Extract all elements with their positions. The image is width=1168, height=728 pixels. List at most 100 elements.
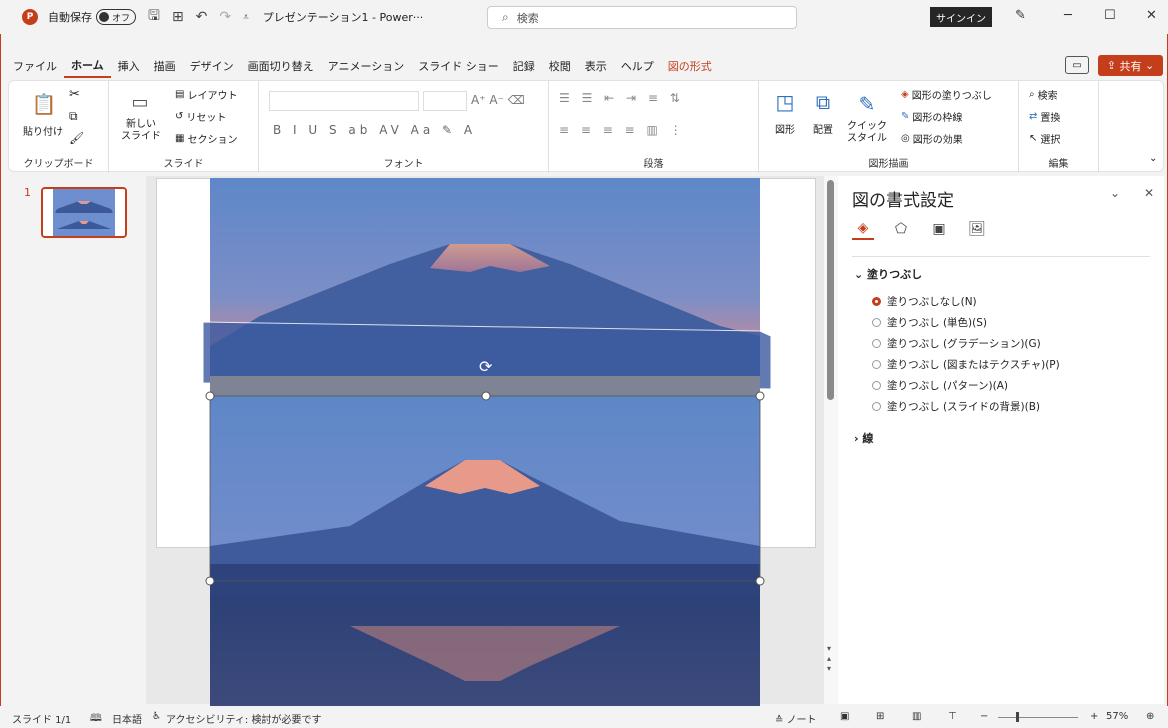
picture-icon[interactable]: 🖼 — [966, 218, 988, 240]
font-size-buttons[interactable]: A⁺ A⁻ ⌫ — [471, 93, 525, 107]
tab-file[interactable]: ファイル — [6, 54, 64, 78]
shape-fill-button[interactable]: ◈ 図形の塗りつぶし — [901, 87, 992, 102]
fill-section-header[interactable]: ⌄ 塗りつぶし — [854, 266, 922, 282]
tab-design[interactable]: デザイン — [183, 54, 241, 78]
resize-handle[interactable] — [205, 576, 215, 586]
scroll-page-buttons[interactable]: ▾ ▴ ▾ — [827, 644, 831, 674]
arrange-button[interactable]: 配置 — [813, 121, 833, 136]
redo-icon[interactable]: ↷ — [219, 9, 231, 25]
font-size-combo[interactable] — [423, 91, 467, 111]
paste-icon[interactable]: 📋 — [29, 87, 59, 121]
search-input[interactable]: ⌕ 検索 — [487, 6, 797, 29]
new-slide-icon[interactable]: ▭ — [125, 87, 155, 117]
slide-sorter-icon[interactable]: ⊞ — [876, 711, 884, 722]
format-painter-icon[interactable]: 🖌 — [69, 131, 84, 145]
fill-line-icon[interactable]: ◈ — [852, 218, 874, 240]
reset-icon: ↺ — [175, 111, 184, 122]
comments-button[interactable]: ▭ — [1065, 56, 1089, 74]
tab-help[interactable]: ヘルプ — [614, 54, 661, 78]
accessibility-status[interactable]: アクセシビリティ: 検討が必要です — [166, 711, 321, 726]
new-slide-button[interactable]: 新しい スライド — [121, 119, 165, 143]
pane-close-icon[interactable]: ✕ — [1144, 186, 1154, 200]
resize-handle[interactable] — [755, 576, 765, 586]
tab-draw[interactable]: 描画 — [147, 54, 183, 78]
undo-icon[interactable]: ↶ — [196, 9, 208, 25]
shape-outline-button[interactable]: ✎ 図形の枠線 — [901, 109, 962, 124]
tab-slideshow[interactable]: スライド ショー — [411, 54, 506, 78]
copy-icon[interactable]: ⧉ — [69, 109, 78, 124]
pane-tab-icons: ◈ ⬠ ▣ 🖼 — [852, 218, 988, 240]
scrollbar-thumb[interactable] — [827, 180, 834, 400]
resize-handle[interactable] — [205, 391, 215, 401]
arrange-icon[interactable]: ⧉ — [809, 87, 837, 117]
rotate-handle-icon[interactable]: ⟳ — [479, 357, 493, 376]
ribbon-collapse-icon[interactable]: ⌄ — [1149, 153, 1157, 164]
slideshow-icon[interactable]: ⊤ — [948, 711, 957, 722]
shape-effects-button[interactable]: ◎ 図形の効果 — [901, 131, 963, 146]
autosave-toggle[interactable]: オフ — [96, 9, 136, 25]
align-buttons[interactable]: ≡ ≡ ≡ ≡ ▥ ⋮ — [559, 123, 686, 137]
close-button[interactable]: ✕ — [1146, 8, 1157, 23]
tab-animations[interactable]: アニメーション — [321, 54, 412, 78]
font-format-buttons[interactable]: B I U S ab AV Aa ✎ A — [273, 123, 476, 137]
section-button[interactable]: ▦ セクション — [175, 131, 237, 146]
fill-option-none[interactable]: 塗りつぶしなし(N) — [872, 294, 977, 309]
shapes-icon[interactable]: ◳ — [771, 87, 799, 117]
signin-button[interactable]: サインイン — [930, 7, 992, 27]
zoom-in-button[interactable]: + — [1090, 711, 1098, 722]
size-properties-icon[interactable]: ▣ — [928, 218, 950, 240]
fill-option-slide-background[interactable]: 塗りつぶし (スライドの背景)(B) — [872, 399, 1040, 414]
pane-options-icon[interactable]: ⌄ — [1110, 186, 1120, 200]
zoom-out-button[interactable]: − — [980, 711, 988, 722]
present-icon[interactable]: ⊞ — [172, 9, 184, 25]
fill-option-gradient[interactable]: 塗りつぶし (グラデーション)(G) — [872, 336, 1041, 351]
slide-thumbnail[interactable] — [41, 187, 127, 238]
tab-home[interactable]: ホーム — [64, 54, 111, 78]
normal-view-icon[interactable]: ▣ — [840, 711, 849, 722]
quick-styles-icon[interactable]: ✎ — [853, 89, 881, 119]
customize-qat-icon[interactable]: ⩡ — [243, 12, 249, 23]
fit-slide-icon[interactable]: ⊕ — [1146, 711, 1154, 722]
layout-button[interactable]: ▤ レイアウト — [175, 87, 237, 102]
zoom-slider-thumb[interactable] — [1016, 712, 1019, 722]
spellcheck-icon[interactable]: 🕮 — [90, 711, 102, 728]
quick-styles-button[interactable]: クイック スタイル — [847, 121, 887, 145]
fill-option-solid[interactable]: 塗りつぶし (単色)(S) — [872, 315, 987, 330]
tab-record[interactable]: 記録 — [506, 54, 542, 78]
fill-option-picture-texture[interactable]: 塗りつぶし (図またはテクスチャ)(P) — [872, 357, 1060, 372]
reading-view-icon[interactable]: ▥ — [912, 711, 921, 722]
paste-button[interactable]: 貼り付け — [23, 123, 63, 138]
resize-handle[interactable] — [481, 391, 491, 401]
clipboard-group-label: クリップボード — [23, 159, 94, 170]
save-icon[interactable]: 🖫 — [148, 5, 160, 29]
shapes-button[interactable]: 図形 — [775, 121, 795, 136]
reset-button[interactable]: ↺ リセット — [175, 109, 226, 124]
list-buttons[interactable]: ☰ ☰ ⇤ ⇥ ≡ ⇅ — [559, 91, 684, 105]
zoom-slider[interactable] — [998, 717, 1078, 718]
language[interactable]: 日本語 — [112, 711, 142, 726]
zoom-percent[interactable]: 57% — [1106, 711, 1128, 722]
share-button[interactable]: ⇪ 共有 ⌄ — [1098, 55, 1163, 76]
maximize-button[interactable]: ☐ — [1104, 8, 1116, 23]
accessibility-icon[interactable]: ♿ — [152, 711, 161, 722]
slides-group-label: スライド — [163, 159, 204, 170]
line-section-header[interactable]: › 線 — [854, 430, 873, 446]
minimize-button[interactable]: ─ — [1064, 8, 1072, 23]
tab-picture-format[interactable]: 図の形式 — [661, 54, 719, 78]
effects-pentagon-icon[interactable]: ⬠ — [890, 218, 912, 240]
select-button[interactable]: ↖ 選択 — [1029, 131, 1060, 146]
font-name-combo[interactable] — [269, 91, 419, 111]
resize-handle[interactable] — [755, 391, 765, 401]
tab-review[interactable]: 校閲 — [542, 54, 578, 78]
pen-icon[interactable]: ✎ — [1015, 8, 1026, 23]
find-button[interactable]: ⌕ 検索 — [1029, 87, 1058, 102]
vertical-scrollbar[interactable]: ▾ ▴ ▾ — [824, 176, 838, 704]
cut-icon[interactable]: ✂ — [69, 87, 80, 102]
tab-view[interactable]: 表示 — [578, 54, 614, 78]
notes-button[interactable]: ≙ ノート — [775, 711, 817, 726]
fill-option-pattern[interactable]: 塗りつぶし (パターン)(A) — [872, 378, 1008, 393]
tab-transitions[interactable]: 画面切り替え — [241, 54, 321, 78]
tab-insert[interactable]: 挿入 — [111, 54, 147, 78]
picture-object[interactable]: ⟳ — [200, 176, 780, 706]
replace-button[interactable]: ⇄ 置換 — [1029, 109, 1060, 124]
